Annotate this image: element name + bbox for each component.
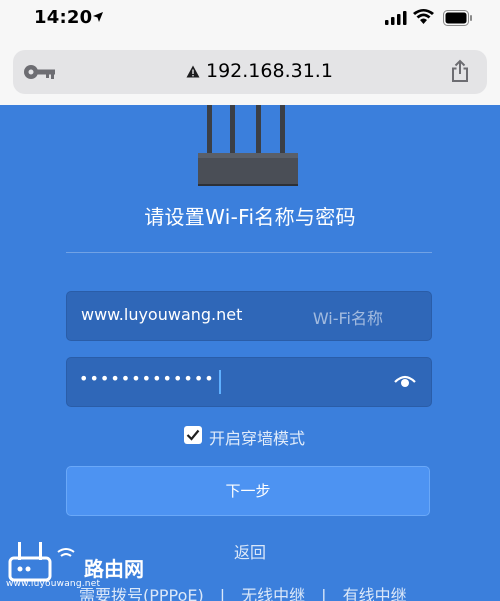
wifi-name-value[interactable]: www.luyouwang.net <box>81 305 242 324</box>
wired-repeater-link[interactable]: 有线中继 <box>343 586 407 601</box>
page-title: 请设置Wi-Fi名称与密码 <box>144 205 356 229</box>
status-bar: 14:20 <box>0 0 500 40</box>
checkmark-icon <box>186 429 200 441</box>
text-cursor <box>219 370 221 394</box>
router-icon <box>198 105 298 186</box>
share-icon[interactable] <box>450 59 470 83</box>
link-separator: | <box>219 586 226 601</box>
next-button[interactable]: 下一步 <box>66 466 430 516</box>
watermark-url: www.luyouwang.net <box>6 579 101 589</box>
browser-toolbar: 192.168.31.1 <box>0 40 500 105</box>
wifi-icon <box>413 9 434 24</box>
wifi-name-field[interactable]: www.luyouwang.net Wi-Fi名称 <box>66 291 432 341</box>
signal-icon <box>385 11 407 25</box>
watermark-brand: 路由网 <box>84 557 144 581</box>
wifi-password-field[interactable]: ••••••••••••• <box>66 357 432 407</box>
wall-mode-checkbox[interactable] <box>184 426 202 444</box>
router-setup-page: 请设置Wi-Fi名称与密码 www.luyouwang.net Wi-Fi名称 … <box>0 105 500 601</box>
warning-icon <box>186 65 200 78</box>
wifi-name-hint: Wi-Fi名称 <box>312 309 383 328</box>
location-arrow-icon <box>93 12 103 22</box>
eye-icon[interactable] <box>394 373 416 389</box>
wall-mode-label[interactable]: 开启穿墙模式 <box>209 425 305 449</box>
url-text[interactable]: 192.168.31.1 <box>206 60 333 82</box>
status-time: 14:20 <box>34 7 93 28</box>
address-bar[interactable]: 192.168.31.1 <box>13 50 487 94</box>
wireless-repeater-link[interactable]: 无线中继 <box>241 586 305 601</box>
divider <box>66 252 432 253</box>
password-value[interactable]: ••••••••••••• <box>79 369 215 388</box>
key-icon[interactable] <box>23 62 57 82</box>
battery-icon <box>443 10 472 26</box>
phone-screen: 14:20 192.168.31.1 请设置Wi-Fi名称与密码 www.luy… <box>0 0 500 601</box>
link-separator: | <box>321 586 327 601</box>
